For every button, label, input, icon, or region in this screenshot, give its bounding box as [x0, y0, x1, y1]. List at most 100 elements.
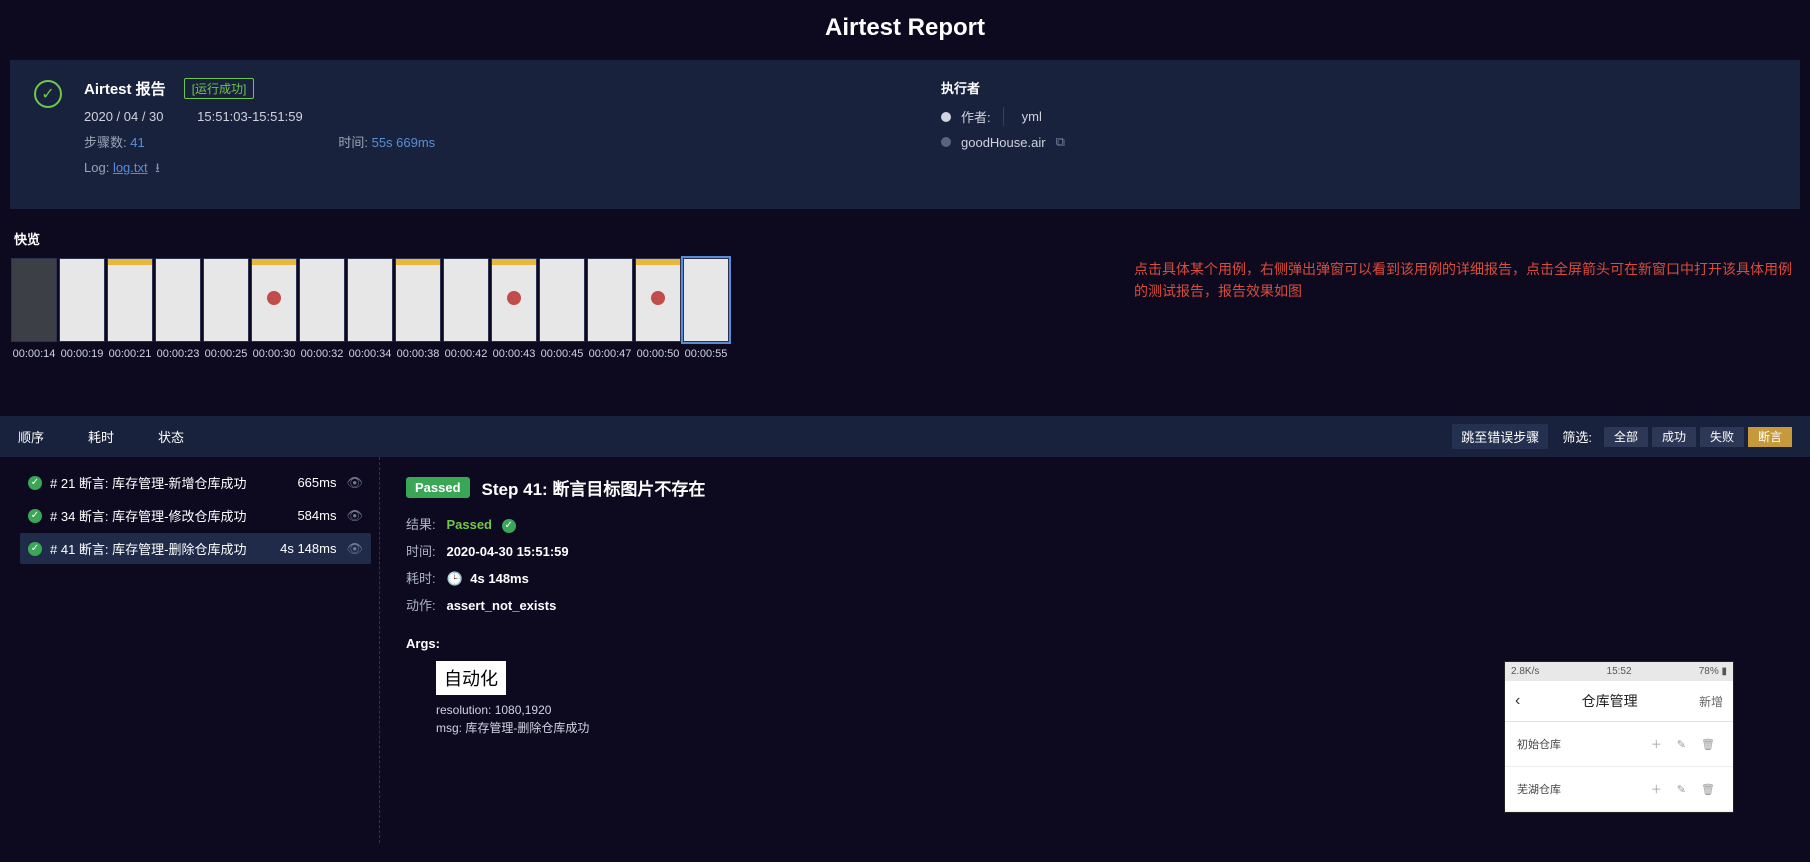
- thumbnail[interactable]: 00:00:32: [298, 258, 346, 360]
- steps-count[interactable]: 41: [130, 135, 144, 150]
- thumbnail-time: 00:00:23: [154, 348, 202, 360]
- thumbnail[interactable]: 00:00:42: [442, 258, 490, 360]
- thumbnail[interactable]: 00:00:19: [58, 258, 106, 360]
- thumbnail-time: 00:00:21: [106, 348, 154, 360]
- report-name: Airtest 报告: [84, 78, 166, 99]
- detail-title: Step 41: 断言目标图片不存在: [482, 475, 706, 500]
- device-row-name: 芜湖仓库: [1517, 781, 1561, 797]
- step-tabs-bar: 顺序 耗时 状态 跳至错误步骤 筛选: 全部成功失败断言: [0, 416, 1810, 457]
- thumbnail-image: [59, 258, 105, 342]
- log-label: Log:: [84, 160, 109, 175]
- device-row-actions: ＋ ✎ 🗑: [1651, 781, 1721, 797]
- thumbnail[interactable]: 00:00:47: [586, 258, 634, 360]
- step-list-row[interactable]: ✓ # 34 断言: 库存管理-修改仓库成功 584ms 👁: [20, 500, 371, 531]
- thumbnail[interactable]: 00:00:21: [106, 258, 154, 360]
- step-name: # 34 断言: 库存管理-修改仓库成功: [50, 506, 297, 525]
- step-name: # 41 断言: 库存管理-删除仓库成功: [50, 539, 280, 558]
- thumbnail[interactable]: 00:00:55: [682, 258, 730, 360]
- thumbnail[interactable]: 00:00:38: [394, 258, 442, 360]
- elapsed-label: 耗时:: [406, 571, 436, 586]
- step-time: 665ms: [297, 475, 336, 490]
- thumbnail[interactable]: 00:00:23: [154, 258, 202, 360]
- thumbnail-image: [155, 258, 201, 342]
- thumbnail-image: [251, 258, 297, 342]
- page-title: Airtest Report: [0, 0, 1810, 60]
- thumbnail[interactable]: 00:00:45: [538, 258, 586, 360]
- thumbnail[interactable]: 00:00:43: [490, 258, 538, 360]
- device-status-mid: 15:52: [1607, 666, 1632, 677]
- step-list-panel: ✓ # 21 断言: 库存管理-新增仓库成功 665ms 👁 ✓ # 34 断言…: [0, 457, 380, 843]
- time-label: 时间:: [406, 544, 436, 559]
- step-list-row[interactable]: ✓ # 41 断言: 库存管理-删除仓库成功 4s 148ms 👁: [20, 533, 371, 564]
- thumbnail-time: 00:00:34: [346, 348, 394, 360]
- filter-chip[interactable]: 断言: [1748, 427, 1792, 447]
- run-time-range: 15:51:03-15:51:59: [197, 109, 303, 124]
- thumbnail-time: 00:00:38: [394, 348, 442, 360]
- clock-icon: 🕒: [446, 571, 462, 586]
- bullet-icon: [941, 137, 951, 147]
- step-time: 584ms: [297, 508, 336, 523]
- step-name: # 21 断言: 库存管理-新增仓库成功: [50, 473, 297, 492]
- tab-order[interactable]: 顺序: [18, 427, 44, 446]
- thumbnail-time: 00:00:47: [586, 348, 634, 360]
- tab-elapsed[interactable]: 耗时: [88, 427, 114, 446]
- author-value: yml: [1022, 109, 1042, 124]
- thumbnail[interactable]: 00:00:14: [10, 258, 58, 360]
- thumbnail[interactable]: 00:00:25: [202, 258, 250, 360]
- device-back-icon: ‹: [1515, 692, 1520, 710]
- thumbnail-image: [635, 258, 681, 342]
- device-status-left: 2.8K/s: [1511, 666, 1539, 677]
- time-value: 2020-04-30 15:51:59: [446, 544, 568, 559]
- author-label: 作者:: [961, 107, 1004, 126]
- check-icon: ✓: [502, 519, 516, 533]
- device-nav-title: 仓库管理: [1582, 691, 1638, 711]
- thumbnail-image: [107, 258, 153, 342]
- result-label: 结果:: [406, 517, 436, 532]
- filter-chip[interactable]: 失败: [1700, 427, 1744, 447]
- thumbnail-time: 00:00:32: [298, 348, 346, 360]
- run-status-badge: [运行成功]: [184, 78, 255, 99]
- steps-label: 步骤数:: [84, 135, 127, 150]
- filter-chip[interactable]: 全部: [1604, 427, 1648, 447]
- bullet-icon: [941, 112, 951, 122]
- filter-chip[interactable]: 成功: [1652, 427, 1696, 447]
- args-msg: msg: 库存管理-删除仓库成功: [436, 719, 589, 737]
- thumbnail-time: 00:00:14: [10, 348, 58, 360]
- result-value: Passed: [446, 517, 492, 532]
- check-icon: ✓: [28, 542, 42, 556]
- filter-label: 筛选:: [1562, 427, 1592, 446]
- thumbnail-time: 00:00:25: [202, 348, 250, 360]
- thumbnail-image: [491, 258, 537, 342]
- device-row-actions: ＋ ✎ 🗑: [1651, 736, 1721, 752]
- eye-icon[interactable]: 👁: [346, 475, 363, 491]
- script-name: goodHouse.air: [961, 135, 1046, 150]
- thumbnail-time: 00:00:42: [442, 348, 490, 360]
- thumbnail[interactable]: 00:00:30: [250, 258, 298, 360]
- quickview-label: 快览: [0, 223, 1810, 258]
- log-link[interactable]: log.txt: [113, 160, 148, 175]
- thumbnail-time: 00:00:50: [634, 348, 682, 360]
- step-detail-panel: Passed Step 41: 断言目标图片不存在 结果: Passed ✓ 时…: [380, 457, 1810, 843]
- thumbnail-image: [395, 258, 441, 342]
- device-list-row: 芜湖仓库 ＋ ✎ 🗑: [1505, 767, 1733, 812]
- run-date: 2020 / 04 / 30: [84, 109, 164, 124]
- eye-icon[interactable]: 👁: [346, 541, 363, 557]
- device-row-name: 初始仓库: [1517, 736, 1561, 752]
- thumbnail[interactable]: 00:00:34: [346, 258, 394, 360]
- action-value: assert_not_exists: [446, 598, 556, 613]
- thumbnail-image: [683, 258, 729, 342]
- download-icon[interactable]: ⭳: [155, 160, 160, 175]
- thumbnail[interactable]: 00:00:50: [634, 258, 682, 360]
- check-icon: ✓: [28, 476, 42, 490]
- thumbnail-image: [587, 258, 633, 342]
- tab-status[interactable]: 状态: [158, 427, 184, 446]
- thumbnail-time: 00:00:30: [250, 348, 298, 360]
- thumbnail-time: 00:00:55: [682, 348, 730, 360]
- eye-icon[interactable]: 👁: [346, 508, 363, 524]
- passed-badge: Passed: [406, 477, 470, 498]
- step-list-row[interactable]: ✓ # 21 断言: 库存管理-新增仓库成功 665ms 👁: [20, 467, 371, 498]
- annotation-text: 点击具体某个用例，右侧弹出弹窗可以看到该用例的详细报告，点击全屏箭头可在新窗口中…: [1134, 258, 1794, 303]
- jump-to-error-button[interactable]: 跳至错误步骤: [1452, 424, 1548, 449]
- copy-icon[interactable]: ⧉: [1056, 134, 1065, 150]
- thumbnail-time: 00:00:19: [58, 348, 106, 360]
